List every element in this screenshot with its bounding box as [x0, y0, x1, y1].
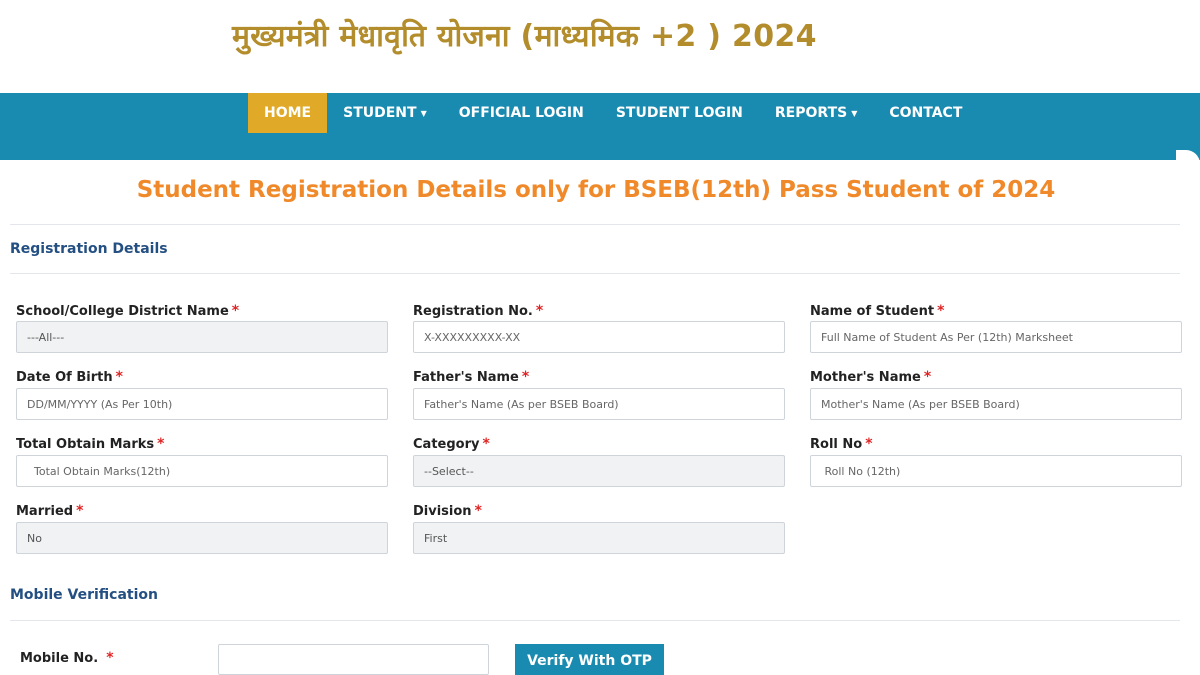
nav-reports-label: REPORTS	[774, 105, 848, 121]
nav-list: HOME STUDENT ▼ OFFICIAL LOGIN STUDENT LOG…	[248, 93, 978, 133]
total-marks-input[interactable]	[16, 455, 388, 487]
category-select[interactable]	[413, 455, 785, 487]
dob-input[interactable]	[16, 388, 388, 420]
registration-no-label: Registration No. *	[413, 303, 543, 319]
site-title: मुख्यमंत्री मेधावृति योजना (माध्यमिक +2 …	[232, 19, 817, 54]
divider	[10, 224, 1180, 225]
nav-home-label: HOME	[264, 105, 312, 121]
mobile-input[interactable]	[218, 644, 489, 675]
division-select[interactable]	[413, 522, 785, 554]
father-name-label-text: Father's Name	[413, 370, 519, 385]
category-label-text: Category	[413, 437, 480, 452]
mobile-label-text: Mobile No.	[20, 651, 99, 666]
registration-section-title: Registration Details	[10, 241, 168, 257]
roll-no-input[interactable]	[810, 455, 1182, 487]
total-marks-label-text: Total Obtain Marks	[16, 437, 155, 452]
dob-label-text: Date Of Birth	[16, 370, 113, 385]
district-select[interactable]	[16, 321, 388, 353]
required-mark: *	[535, 303, 544, 319]
division-label-text: Division	[413, 504, 472, 519]
required-mark: *	[521, 369, 530, 385]
registration-no-input[interactable]	[413, 321, 785, 353]
required-mark: *	[157, 436, 165, 452]
verify-otp-button[interactable]: Verify With OTP	[515, 644, 664, 675]
father-name-input[interactable]	[413, 388, 785, 420]
nav-official-login[interactable]: OFFICIAL LOGIN	[443, 93, 600, 133]
district-label: School/College District Name *	[16, 303, 239, 319]
required-mark: *	[482, 436, 490, 452]
nav-student-login[interactable]: STUDENT LOGIN	[600, 93, 759, 133]
required-mark: *	[937, 303, 945, 319]
father-name-label: Father's Name *	[413, 369, 529, 385]
married-label-text: Married	[16, 504, 74, 519]
division-label: Division *	[413, 503, 482, 519]
divider	[10, 273, 1180, 274]
mother-name-label: Mother's Name *	[810, 369, 931, 385]
required-mark: *	[474, 503, 482, 519]
nav-reports[interactable]: REPORTS ▼	[759, 93, 873, 133]
district-label-text: School/College District Name	[16, 304, 229, 319]
nav-official-login-label: OFFICIAL LOGIN	[458, 105, 584, 121]
mother-name-label-text: Mother's Name	[810, 370, 921, 385]
required-mark: *	[231, 303, 240, 319]
mobile-label: Mobile No. *	[20, 650, 114, 666]
nav-contact[interactable]: CONTACT	[873, 93, 978, 133]
roll-no-label-text: Roll No	[810, 437, 863, 452]
student-name-label-text: Name of Student	[810, 304, 935, 319]
roll-no-label: Roll No *	[810, 436, 873, 452]
divider	[10, 620, 1180, 621]
category-label: Category *	[413, 436, 490, 452]
caret-down-icon: ▼	[420, 108, 427, 118]
required-mark: *	[115, 369, 123, 385]
caret-down-icon: ▼	[851, 108, 858, 118]
nav-home[interactable]: HOME	[248, 93, 328, 133]
married-select[interactable]	[16, 522, 388, 554]
student-name-input[interactable]	[810, 321, 1182, 353]
total-marks-label: Total Obtain Marks *	[16, 436, 164, 452]
nav-contact-label: CONTACT	[889, 105, 963, 121]
required-mark: *	[76, 503, 84, 519]
mobile-section-title: Mobile Verification	[10, 587, 159, 603]
main-navbar: HOME STUDENT ▼ OFFICIAL LOGIN STUDENT LOG…	[0, 93, 1200, 160]
student-name-label: Name of Student *	[810, 303, 944, 319]
nav-student-login-label: STUDENT LOGIN	[615, 105, 743, 121]
page-heading: Student Registration Details only for BS…	[136, 177, 1056, 203]
required-mark: *	[923, 369, 932, 385]
site-header: मुख्यमंत्री मेधावृति योजना (माध्यमिक +2 …	[0, 0, 1200, 93]
mother-name-input[interactable]	[810, 388, 1182, 420]
nav-student[interactable]: STUDENT ▼	[327, 93, 443, 133]
required-mark: *	[106, 650, 114, 666]
dob-label: Date Of Birth *	[16, 369, 123, 385]
married-label: Married *	[16, 503, 83, 519]
nav-student-label: STUDENT	[343, 105, 417, 121]
required-mark: *	[865, 436, 873, 452]
registration-no-label-text: Registration No.	[413, 304, 533, 319]
